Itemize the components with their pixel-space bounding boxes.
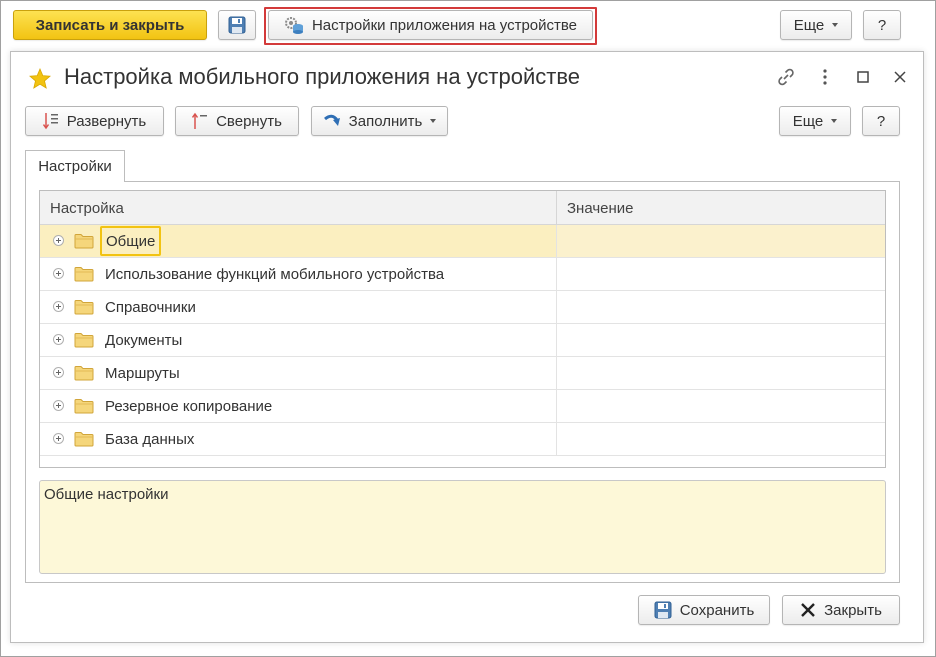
folder-icon: [74, 431, 94, 450]
expand-plus-icon[interactable]: [53, 301, 64, 312]
table-row[interactable]: Справочники: [40, 291, 885, 324]
floppy-disk-icon: [228, 16, 246, 34]
row-label: Документы: [105, 331, 183, 349]
row-value[interactable]: [556, 324, 885, 356]
folder-icon: [74, 266, 94, 285]
column-header-setting[interactable]: Настройка: [40, 191, 556, 225]
row-label: Резервное копирование: [105, 397, 273, 415]
save-and-close-button[interactable]: Записать и закрыть: [13, 10, 207, 40]
expand-plus-icon[interactable]: [53, 235, 64, 246]
tab-settings-label: Настройки: [38, 158, 112, 175]
fill-label: Заполнить: [348, 112, 423, 130]
footer-save-label: Сохранить: [679, 601, 755, 619]
folder-icon: [74, 365, 94, 384]
kebab-menu-icon[interactable]: [815, 66, 835, 88]
window-more-label: Еще: [792, 112, 824, 130]
collapse-tree-icon: [192, 112, 208, 130]
row-value[interactable]: [556, 225, 885, 257]
folder-icon: [74, 332, 94, 351]
row-label: Общие: [100, 226, 162, 256]
fill-button[interactable]: Заполнить: [311, 106, 448, 136]
footer-save-button[interactable]: Сохранить: [638, 595, 770, 625]
description-field[interactable]: Общие настройки: [39, 480, 886, 574]
expand-tree-icon: [42, 112, 59, 130]
more-label: Еще: [793, 16, 825, 34]
row-label: Использование функций мобильного устройс…: [105, 265, 445, 283]
row-value[interactable]: [556, 357, 885, 389]
save-button[interactable]: [218, 10, 256, 40]
footer-close-button[interactable]: Закрыть: [782, 595, 900, 625]
row-value[interactable]: [556, 258, 885, 290]
expand-plus-icon[interactable]: [53, 334, 64, 345]
expand-plus-icon[interactable]: [53, 268, 64, 279]
floppy-disk-icon: [654, 601, 672, 619]
highlight-frame: [264, 7, 597, 45]
fill-arrow-icon: [323, 113, 341, 129]
collapse-button[interactable]: Свернуть: [175, 106, 299, 136]
table-row[interactable]: Резервное копирование: [40, 390, 885, 423]
collapse-label: Свернуть: [216, 112, 282, 130]
folder-icon: [74, 398, 94, 417]
close-icon: [800, 602, 816, 618]
table-header: Настройка Значение: [40, 191, 885, 225]
folder-icon: [74, 299, 94, 318]
chevron-down-icon: [430, 119, 437, 123]
footer-close-label: Закрыть: [824, 601, 882, 619]
expand-plus-icon[interactable]: [53, 400, 64, 411]
folder-icon: [74, 233, 94, 252]
table-row[interactable]: Общие: [40, 225, 885, 258]
save-and-close-label: Записать и закрыть: [35, 16, 185, 34]
link-icon[interactable]: [775, 66, 797, 88]
help-button[interactable]: ?: [863, 10, 901, 40]
chevron-down-icon: [831, 119, 838, 123]
close-icon[interactable]: [889, 66, 911, 88]
description-text: Общие настройки: [44, 486, 169, 503]
window-title: Настройка мобильного приложения на устро…: [64, 64, 581, 89]
maximize-icon[interactable]: [853, 66, 873, 88]
table-row[interactable]: Документы: [40, 324, 885, 357]
row-value[interactable]: [556, 291, 885, 323]
expand-plus-icon[interactable]: [53, 367, 64, 378]
row-label: База данных: [105, 430, 195, 448]
tab-settings[interactable]: Настройки: [25, 150, 125, 182]
table-row[interactable]: База данных: [40, 423, 885, 456]
row-value[interactable]: [556, 390, 885, 422]
expand-label: Развернуть: [66, 112, 147, 130]
row-label: Маршруты: [105, 364, 180, 382]
window-help-button[interactable]: ?: [862, 106, 900, 136]
window-help-label: ?: [876, 112, 886, 130]
star-icon[interactable]: [29, 68, 51, 89]
row-value[interactable]: [556, 423, 885, 455]
table-row[interactable]: Маршруты: [40, 357, 885, 390]
chevron-down-icon: [832, 23, 839, 27]
window-more-button[interactable]: Еще: [779, 106, 851, 136]
column-header-value[interactable]: Значение: [557, 191, 885, 225]
expand-button[interactable]: Развернуть: [25, 106, 164, 136]
more-button[interactable]: Еще: [780, 10, 852, 40]
expand-plus-icon[interactable]: [53, 433, 64, 444]
table-row[interactable]: Использование функций мобильного устройс…: [40, 258, 885, 291]
help-label: ?: [877, 16, 887, 34]
row-label: Справочники: [105, 298, 196, 316]
settings-table: Настройка Значение Общие Использование фу…: [39, 190, 886, 468]
